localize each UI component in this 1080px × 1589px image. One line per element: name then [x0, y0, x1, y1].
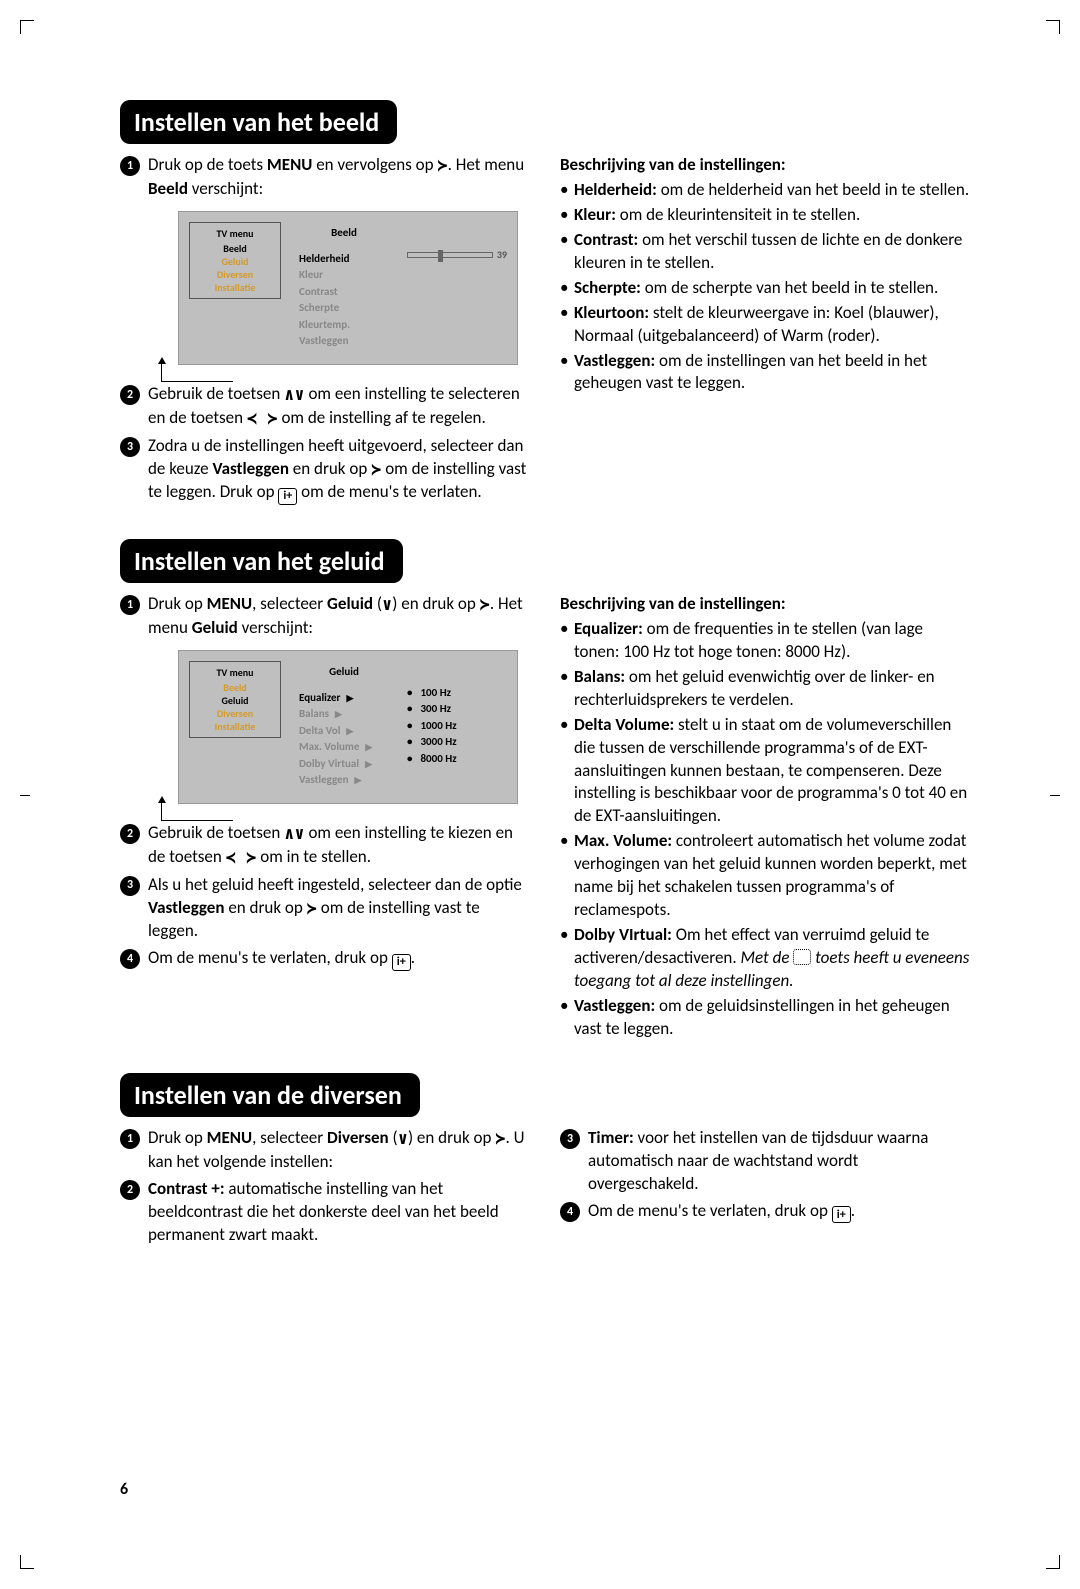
chevron-right-icon: ≻: [437, 155, 447, 178]
info-plus-icon: i+: [832, 1206, 851, 1223]
step-1: 1 Druk op de toets MENU en vervolgens op…: [120, 154, 530, 379]
up-down-icon: ∧∨: [284, 823, 304, 846]
menu-screenshot-beeld: TV menu Beeld Geluid Diversen Installati…: [178, 211, 518, 365]
step-2: 2 Gebruik de toetsen ∧∨ om een instellin…: [120, 822, 530, 870]
chevron-down-icon: ∨: [382, 594, 392, 617]
slider-icon: [407, 252, 493, 258]
section-diversen: Instellen van de diversen 1 Druk op MENU…: [120, 1073, 970, 1251]
chevron-down-icon: ∨: [398, 1128, 408, 1151]
step-3: 3 Zodra u de instellingen heeft uitgevoe…: [120, 435, 530, 505]
chevron-right-icon: ≻: [307, 898, 317, 921]
up-down-icon: ∧∨: [284, 384, 304, 407]
desc-item: Balans: om het geluid evenwichtig over d…: [560, 666, 970, 712]
desc-item: Max. Volume: controleert automatisch het…: [560, 830, 970, 922]
desc-item: Equalizer: om de frequenties in te stell…: [560, 618, 970, 664]
step-2: 2 Gebruik de toetsen ∧∨ om een instellin…: [120, 383, 530, 431]
desc-item: Dolby VIrtual: Om het effect van verruim…: [560, 924, 970, 993]
desc-item: Kleur: om de kleurintensiteit in te stel…: [560, 204, 970, 227]
desc-item: Helderheid: om de helderheid van het bee…: [560, 179, 970, 202]
chevron-right-icon: ≻: [371, 459, 381, 482]
step-4: 4 Om de menu's te verlaten, druk op i+.: [560, 1200, 970, 1224]
chevron-right-icon: ≻: [480, 594, 490, 617]
left-right-icon: ≺ ≻: [247, 408, 278, 431]
desc-item: Vastleggen: om de instellingen van het b…: [560, 350, 970, 396]
section-title: Instellen van de diversen: [120, 1073, 420, 1117]
desc-item: Delta Volume: stelt u in staat om de vol…: [560, 714, 970, 829]
info-plus-icon: i+: [278, 488, 297, 505]
desc-item: Scherpte: om de scherpte van het beeld i…: [560, 277, 970, 300]
desc-item: Contrast: om het verschil tussen de lich…: [560, 229, 970, 275]
page-number: 6: [120, 1480, 128, 1499]
step-4: 4 Om de menu's te verlaten, druk op i+.: [120, 947, 530, 971]
info-plus-icon: i+: [392, 954, 411, 971]
step-1: 1 Druk op MENU, selecteer Geluid (∨) en …: [120, 593, 530, 818]
desc-heading: Beschrijving van de instellingen:: [560, 154, 970, 177]
step-3: 3 Timer: voor het instellen van de tijds…: [560, 1127, 970, 1196]
step-1: 1 Druk op MENU, selecteer Diversen (∨) e…: [120, 1127, 530, 1174]
section-title: Instellen van het geluid: [120, 539, 403, 583]
menu-screenshot-geluid: TV menu Beeld Geluid Diversen Installati…: [178, 650, 518, 804]
chevron-right-icon: ≻: [495, 1128, 505, 1151]
step-2: 2 Contrast +: automatische instelling va…: [120, 1178, 530, 1247]
step-3: 3 Als u het geluid heeft ingesteld, sele…: [120, 874, 530, 944]
section-geluid: Instellen van het geluid 1 Druk op MENU,…: [120, 539, 970, 1043]
desc-heading: Beschrijving van de instellingen:: [560, 593, 970, 616]
section-title: Instellen van het beeld: [120, 100, 397, 144]
surround-icon: [793, 949, 811, 965]
desc-item: Vastleggen: om de geluidsinstellingen in…: [560, 995, 970, 1041]
section-beeld: Instellen van het beeld 1 Druk op de toe…: [120, 100, 970, 509]
left-right-icon: ≺ ≻: [226, 847, 257, 870]
desc-item: Kleurtoon: stelt de kleurweergave in: Ko…: [560, 302, 970, 348]
